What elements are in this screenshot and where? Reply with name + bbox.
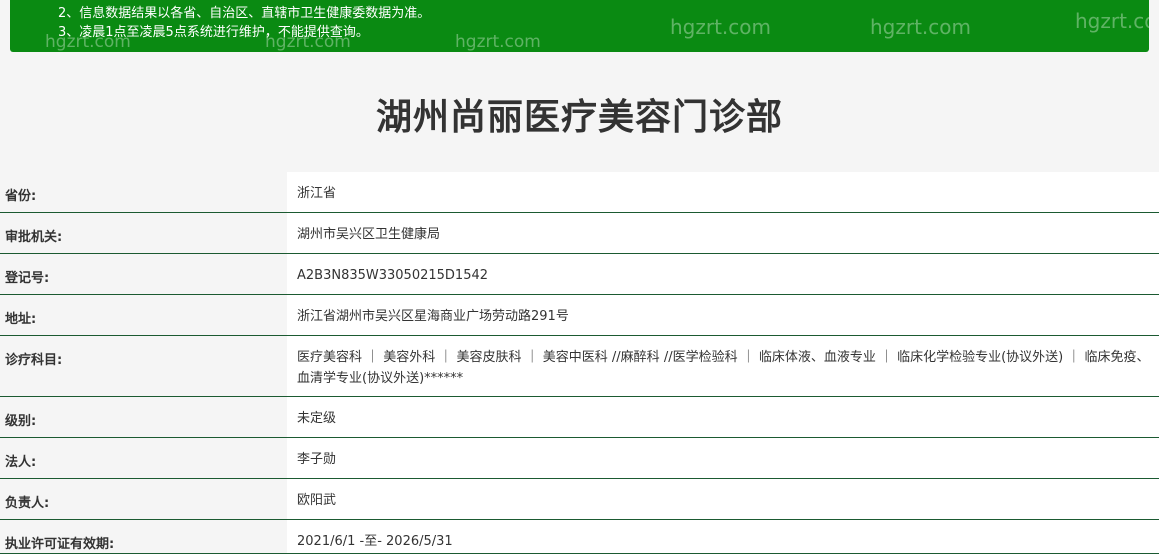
row-label: 级别:	[0, 397, 287, 437]
row-label: 负责人:	[0, 479, 287, 519]
table-row: 法人: 李子勋	[0, 438, 1159, 479]
row-label: 法人:	[0, 438, 287, 478]
row-value: 浙江省	[287, 172, 1159, 212]
table-row: 省份: 浙江省	[0, 172, 1159, 213]
row-value: 未定级	[287, 397, 1159, 437]
row-label: 诊疗科目:	[0, 336, 287, 396]
row-label: 省份:	[0, 172, 287, 212]
row-label: 执业许可证有效期:	[0, 520, 287, 553]
row-value: A2B3N835W33050215D1542	[287, 254, 1159, 294]
table-row: 级别: 未定级	[0, 397, 1159, 438]
table-row: 地址: 浙江省湖州市吴兴区星海商业广场劳动路291号	[0, 295, 1159, 336]
page-title: 湖州尚丽医疗美容门诊部	[375, 97, 783, 138]
notice-line-2: 3、凌晨1点至凌晨5点系统进行维护，不能提供查询。	[58, 25, 369, 40]
table-row: 执业许可证有效期: 2021/6/1 -至- 2026/5/31	[0, 520, 1159, 554]
row-value: 湖州市吴兴区卫生健康局	[287, 213, 1159, 253]
row-value: 浙江省湖州市吴兴区星海商业广场劳动路291号	[287, 295, 1159, 335]
info-table: 省份: 浙江省 审批机关: 湖州市吴兴区卫生健康局 登记号: A2B3N835W…	[0, 172, 1159, 554]
table-row: 负责人: 欧阳武	[0, 479, 1159, 520]
row-value: 医疗美容科 ｜ 美容外科 ｜ 美容皮肤科 ｜ 美容中医科 //麻醉科 //医学检…	[287, 336, 1159, 396]
row-label: 登记号:	[0, 254, 287, 294]
notice-line-1: 2、信息数据结果以各省、自治区、直辖市卫生健康委数据为准。	[58, 6, 431, 21]
row-label: 审批机关:	[0, 213, 287, 253]
table-row: 审批机关: 湖州市吴兴区卫生健康局	[0, 213, 1159, 254]
row-label: 地址:	[0, 295, 287, 335]
table-row: 诊疗科目: 医疗美容科 ｜ 美容外科 ｜ 美容皮肤科 ｜ 美容中医科 //麻醉科…	[0, 336, 1159, 397]
row-value: 2021/6/1 -至- 2026/5/31	[287, 520, 1159, 553]
table-row: 登记号: A2B3N835W33050215D1542	[0, 254, 1159, 295]
row-value: 李子勋	[287, 438, 1159, 478]
row-value: 欧阳武	[287, 479, 1159, 519]
notice-banner: 2、信息数据结果以各省、自治区、直辖市卫生健康委数据为准。 3、凌晨1点至凌晨5…	[10, 0, 1149, 52]
